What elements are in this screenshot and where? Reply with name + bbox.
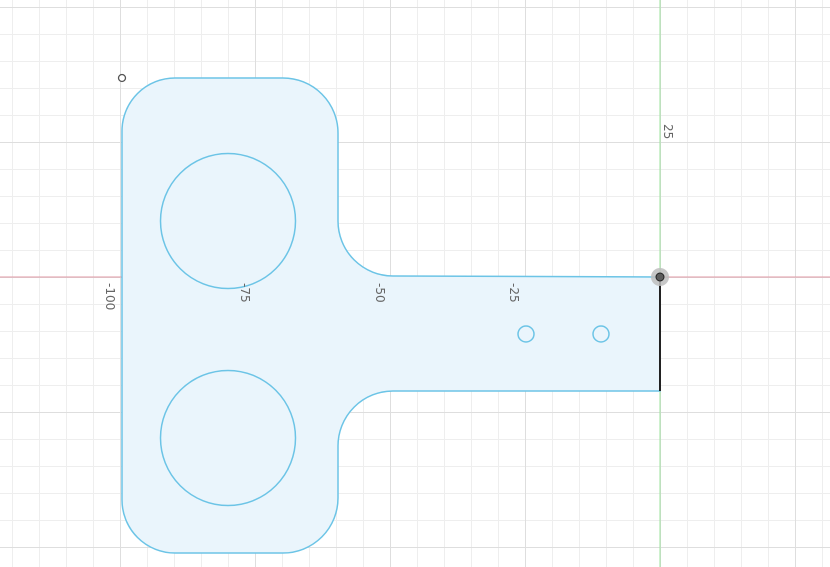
x-tick-label-minus-50: -50 — [373, 283, 387, 303]
sketch-canvas[interactable]: -100 -75 -50 -25 25 0 — [0, 0, 830, 567]
origin-point[interactable] — [651, 268, 669, 286]
sketch-point[interactable] — [117, 73, 127, 83]
x-tick-label-minus-25: -25 — [507, 283, 521, 303]
x-tick-label-minus-75: -75 — [238, 283, 252, 303]
y-tick-label-0: 0 — [661, 0, 675, 1]
x-tick-label-minus-100: -100 — [103, 283, 117, 310]
y-tick-label-25: 25 — [661, 124, 675, 139]
